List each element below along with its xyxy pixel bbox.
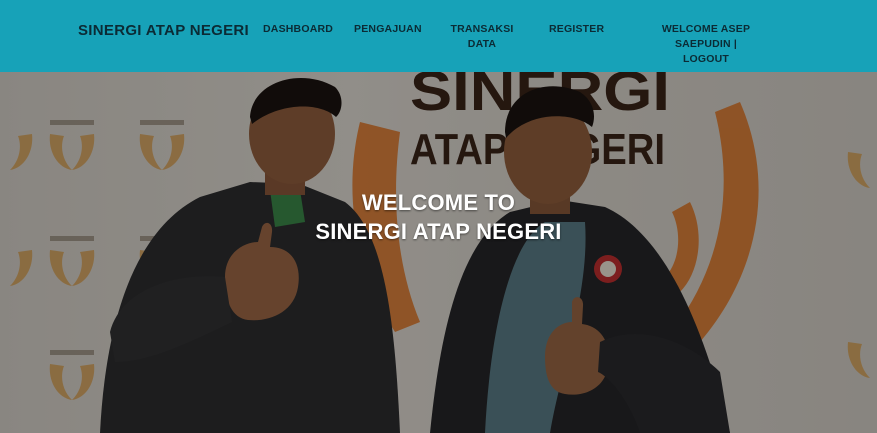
hero-title-line2: SINERGI ATAP NEGERI bbox=[315, 219, 562, 244]
nav-dashboard[interactable]: DASHBOARD bbox=[263, 22, 333, 37]
hero-dark-overlay bbox=[0, 72, 877, 433]
nav-pengajuan[interactable]: PENGAJUAN bbox=[354, 22, 422, 37]
nav-welcome-user-text: WELCOME ASEP SAEPUDIN | bbox=[661, 23, 751, 50]
nav-logout-label: LOGOUT bbox=[682, 53, 730, 65]
brand-logo-text[interactable]: SINERGI ATAP NEGERI bbox=[78, 22, 249, 39]
nav-transaksi-label-line1: TRANSAKSI bbox=[450, 23, 514, 35]
nav-transaksi-label-line2: DATA bbox=[467, 38, 497, 50]
hero-title-line1: WELCOME TO bbox=[361, 190, 516, 215]
top-navbar: SINERGI ATAP NEGERI DASHBOARD PENGAJUAN … bbox=[0, 0, 877, 72]
hero-welcome-title: WELCOME TO SINERGI ATAP NEGERI bbox=[0, 188, 877, 246]
hero-section: SINERGI ATAP NEGERI bbox=[0, 72, 877, 433]
nav-transaksi-data[interactable]: TRANSAKSI DATA bbox=[449, 22, 515, 52]
nav-user-logout[interactable]: WELCOME ASEP SAEPUDIN | LOGOUT bbox=[636, 22, 776, 67]
nav-register[interactable]: REGISTER bbox=[549, 22, 604, 37]
